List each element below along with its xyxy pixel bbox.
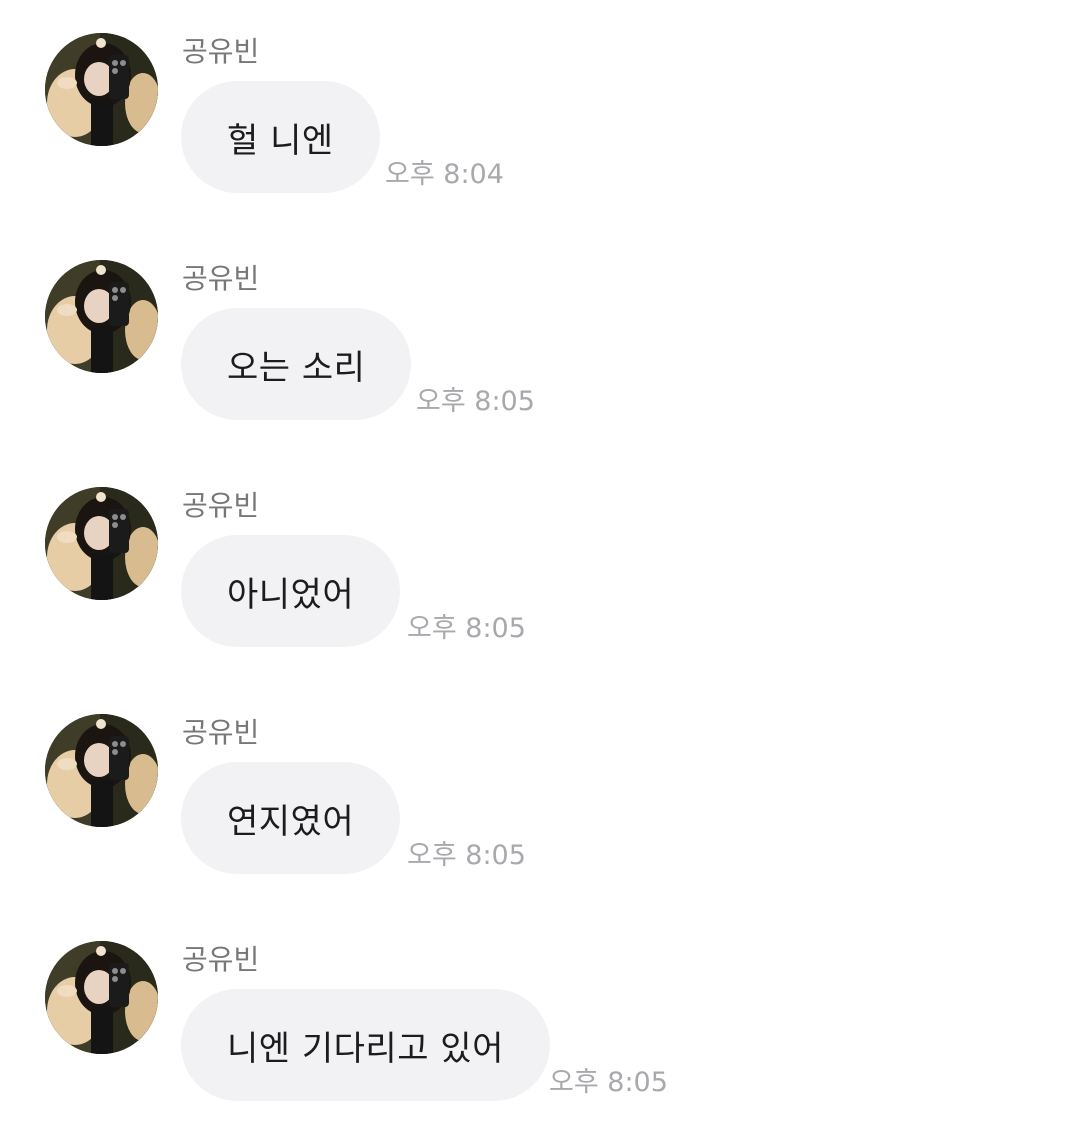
- message-bubble[interactable]: 헐 니엔: [181, 81, 380, 193]
- message-bubble[interactable]: 아니었어: [181, 535, 401, 647]
- sender-name: 공유빈: [182, 262, 260, 295]
- avatar[interactable]: [45, 260, 158, 373]
- message-row: 공유빈 오는 소리 오후 8:05: [0, 227, 1080, 420]
- avatar[interactable]: [45, 941, 158, 1054]
- message-bubble[interactable]: 니엔 기다리고 있어: [181, 989, 550, 1101]
- avatar[interactable]: [45, 714, 158, 827]
- message-row: 공유빈 아니었어 오후 8:05: [0, 454, 1080, 647]
- message-time: 오후 8:05: [416, 386, 535, 417]
- message-row: 공유빈 연지였어 오후 8:05: [0, 681, 1080, 874]
- message-time: 오후 8:05: [549, 1067, 668, 1098]
- message-bubble[interactable]: 연지였어: [181, 762, 401, 874]
- message-text: 헐 니엔: [227, 120, 334, 161]
- sender-name: 공유빈: [182, 35, 260, 68]
- message-text: 니엔 기다리고 있어: [227, 1028, 504, 1069]
- message-text: 오는 소리: [227, 347, 366, 388]
- avatar[interactable]: [45, 33, 158, 146]
- message-row: 공유빈 헐 니엔 오후 8:04: [0, 0, 1080, 193]
- sender-name: 공유빈: [182, 489, 260, 522]
- message-bubble[interactable]: 오는 소리: [181, 308, 412, 420]
- message-row: 공유빈 니엔 기다리고 있어 오후 8:05: [0, 908, 1080, 1101]
- sender-name: 공유빈: [182, 716, 260, 749]
- message-text: 연지였어: [227, 801, 355, 842]
- message-time: 오후 8:04: [385, 159, 504, 190]
- message-text: 아니었어: [227, 574, 355, 615]
- message-time: 오후 8:05: [407, 840, 526, 871]
- sender-name: 공유빈: [182, 943, 260, 976]
- message-time: 오후 8:05: [407, 613, 526, 644]
- avatar[interactable]: [45, 487, 158, 600]
